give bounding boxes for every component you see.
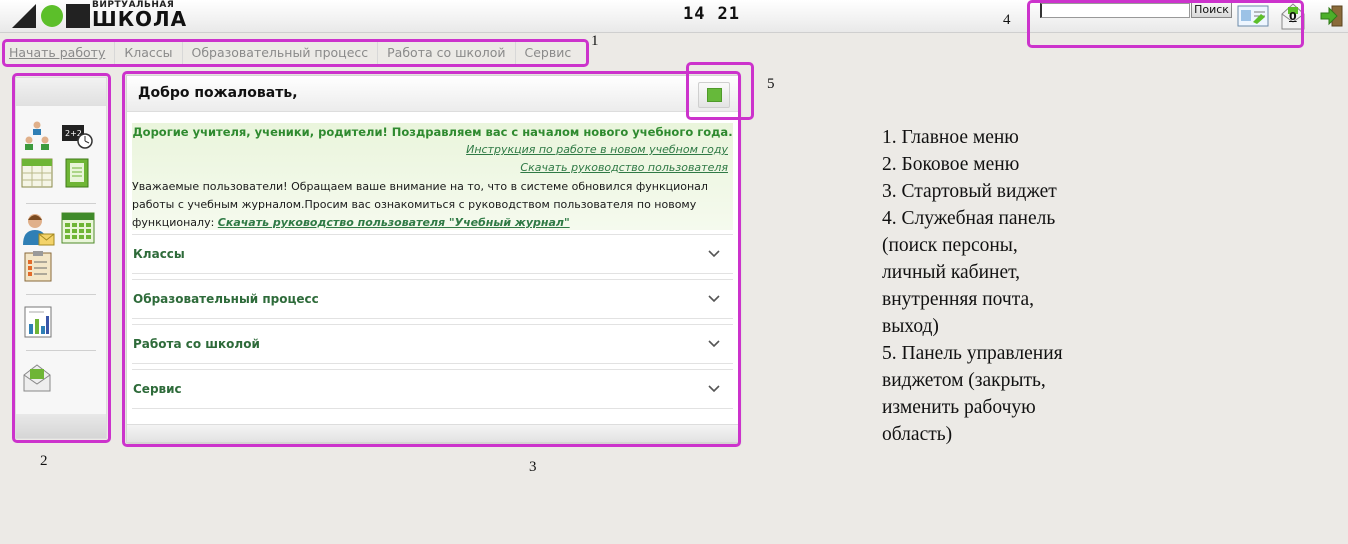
annotation-number-3: 3: [529, 459, 537, 475]
annotation-box-service-panel: [1027, 0, 1304, 48]
annotation-number-1: 1: [591, 33, 599, 49]
exit-icon[interactable]: [1320, 4, 1344, 28]
logo-title: ШКОЛА: [92, 7, 188, 31]
legend-line: 3. Стартовый виджет: [882, 181, 1057, 202]
legend-line: выход): [882, 316, 939, 337]
legend-line: 5. Панель управления: [882, 343, 1063, 364]
clock: 14 21: [683, 4, 740, 24]
annotation-number-4: 4: [1003, 12, 1011, 28]
clock-hours: 14: [683, 4, 706, 24]
legend-line: область): [882, 424, 953, 445]
annotation-number-5: 5: [767, 76, 775, 92]
legend-line: виджетом (закрыть,: [882, 370, 1046, 391]
logo-icon: [12, 4, 90, 28]
annotation-box-widget: [122, 71, 741, 447]
clock-minutes: 21: [717, 4, 740, 24]
legend: 1. Главное меню 2. Боковое меню 3. Старт…: [882, 124, 1142, 448]
legend-line: 4. Служебная панель: [882, 208, 1056, 229]
annotation-number-2: 2: [40, 453, 48, 469]
annotation-box-sidebar: [12, 73, 111, 443]
legend-line: личный кабинет,: [882, 262, 1021, 283]
annotation-box-widget-control: [686, 62, 754, 120]
legend-line: 1. Главное меню: [882, 127, 1019, 148]
legend-line: изменить рабочую: [882, 397, 1036, 418]
legend-line: 2. Боковое меню: [882, 154, 1020, 175]
annotation-box-main-menu: [2, 39, 589, 67]
legend-line: внутренняя почта,: [882, 289, 1035, 310]
legend-line: (поиск персоны,: [882, 235, 1018, 256]
